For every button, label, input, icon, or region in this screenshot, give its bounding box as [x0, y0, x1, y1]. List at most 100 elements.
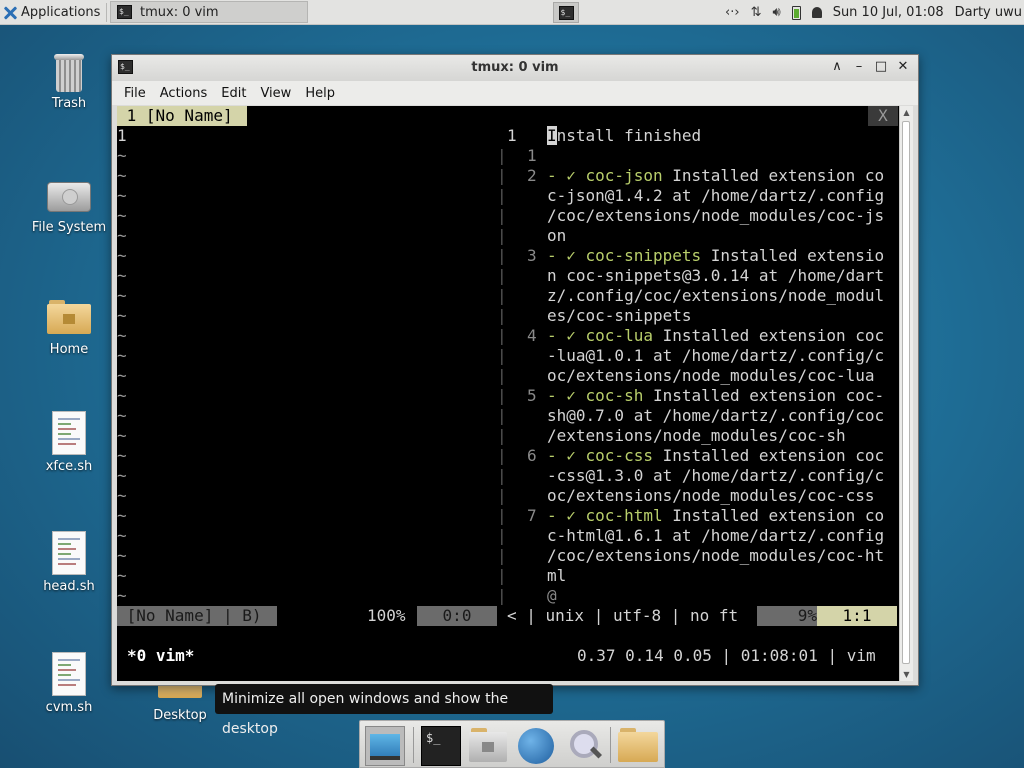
scrollbar-thumb[interactable] — [902, 121, 910, 664]
output-text: oc/extensions/node_modules/coc-css — [547, 486, 875, 505]
empty-line-tilde: ~ — [117, 466, 127, 485]
empty-line-tilde: ~ — [117, 506, 127, 525]
clock[interactable]: Sun 10 Jul, 01:08 — [833, 5, 944, 20]
output-text: sh@0.7.0 at /home/dartz/.config/coc — [547, 406, 885, 425]
statusline-scroll-percent: 9% — [757, 606, 817, 626]
left-pane-line-number: 1 — [117, 126, 127, 145]
split-separator-char: | — [497, 146, 507, 165]
maximize-button[interactable]: □ — [872, 59, 890, 74]
minimize-button[interactable]: – — [850, 59, 868, 74]
split-separator-char: | — [497, 226, 507, 245]
line-number: 5 — [527, 386, 537, 405]
desktop-icon-trash[interactable]: Trash — [24, 54, 114, 111]
output-text: Installed extension co — [662, 166, 885, 185]
show-desktop-icon[interactable] — [365, 726, 405, 766]
home-folder-icon[interactable] — [468, 726, 508, 766]
files-folder-icon[interactable] — [618, 726, 658, 766]
terminal-content[interactable]: 1 [No Name] X 1 ~ ~ ~ ~ ~ ~ ~ ~ ~ ~ ~ ~ ~ ~ ~ ~ ~ ~ ~ ~ ~ ~ ~ … — [117, 106, 900, 681]
split-separator-char: | — [497, 406, 507, 425]
desktop-icon-xfce-sh[interactable]: xfce.sh — [24, 411, 114, 474]
statusline-position-left: 0:0 — [417, 606, 497, 626]
extension-name: coc-html — [585, 506, 663, 525]
check-mark: - ✓ — [547, 386, 586, 405]
statusline-position-right: 1:1 — [817, 606, 897, 626]
menu-actions[interactable]: Actions — [153, 86, 215, 101]
output-line: /coc/extensions/node_modules/coc-ht — [547, 546, 884, 566]
output-line: -lua@1.0.1 at /home/dartz/.config/c — [547, 346, 884, 366]
line-number: 2 — [527, 166, 537, 185]
output-line: - ✓ coc-html Installed extension co — [547, 506, 884, 526]
extension-name: coc-sh — [585, 386, 644, 405]
output-text: Installed extension coc- — [643, 386, 885, 405]
script-file-icon — [52, 652, 86, 696]
system-tray: ‹·› ⇅ 🔊︎ Sun 10 Jul, 01:08 Darty uwu — [725, 0, 1024, 25]
updates-icon[interactable]: ⇅ — [751, 5, 762, 20]
terminal-launcher-button[interactable]: $_ — [553, 2, 579, 23]
notification-bell-icon[interactable] — [811, 7, 822, 18]
line-number: 6 — [527, 446, 537, 465]
applications-menu[interactable]: Applications — [2, 3, 100, 22]
show-desktop-tooltip: Minimize all open windows and show the d… — [215, 684, 553, 737]
desktop-icon-head-sh[interactable]: head.sh — [24, 531, 114, 594]
desktop-icon-cvm-sh[interactable]: cvm.sh — [24, 652, 114, 715]
volume-icon[interactable]: 🔊︎ — [772, 5, 780, 20]
empty-line-tilde: ~ — [117, 526, 127, 545]
vim-tab-close-button[interactable]: X — [868, 106, 898, 126]
battery-icon[interactable] — [791, 5, 801, 20]
split-separator-char: | — [497, 206, 507, 225]
output-text: c-html@1.6.1 at /home/dartz/.config — [547, 526, 885, 545]
output-text: /extensions/node_modules/coc-sh — [547, 426, 846, 445]
output-text: Installed extension coc — [652, 326, 885, 345]
line-number: 4 — [527, 326, 537, 345]
desktop-icon-home[interactable]: Home — [24, 296, 114, 357]
vim-tab-label[interactable]: 1 [No Name] — [117, 106, 247, 126]
script-file-icon — [52, 411, 86, 455]
scroll-up-arrow-icon[interactable]: ▲ — [900, 106, 913, 119]
xfce-logo-icon — [2, 5, 18, 21]
terminal-icon[interactable]: $_ — [421, 726, 461, 766]
output-line: oc/extensions/node_modules/coc-lua — [547, 366, 875, 386]
desktop-icon-file-system[interactable]: File System — [24, 176, 114, 235]
empty-line-tilde: ~ — [117, 166, 127, 185]
output-line: on — [547, 226, 566, 246]
line-number: 3 — [527, 246, 537, 265]
tmux-window-name[interactable]: *0 vim* — [127, 646, 194, 666]
window-titlebar[interactable]: $_ tmux: 0 vim ∧ – □ ✕ — [112, 55, 918, 81]
output-text: ml — [547, 566, 567, 585]
line-number: 1 — [527, 146, 537, 165]
window-shade-button[interactable]: ∧ — [828, 59, 846, 74]
split-separator-char: | — [497, 166, 507, 185]
terminal-scrollbar[interactable]: ▲ ▼ — [899, 106, 913, 681]
output-line: - ✓ coc-css Installed extension coc — [547, 446, 884, 466]
empty-line-tilde: ~ — [117, 366, 127, 385]
drive-icon — [47, 182, 91, 212]
scroll-down-arrow-icon[interactable]: ▼ — [900, 668, 913, 681]
output-text: -css@1.3.0 at /home/dartz/.config/c — [547, 466, 885, 485]
output-line: es/coc-snippets — [547, 306, 692, 326]
menu-file[interactable]: File — [117, 86, 153, 101]
search-icon[interactable] — [564, 726, 604, 766]
menu-help[interactable]: Help — [298, 86, 342, 101]
user-menu[interactable]: Darty uwu — [955, 5, 1022, 20]
output-text: c-json@1.4.2 at /home/dartz/.config — [547, 186, 885, 205]
output-text: oc/extensions/node_modules/coc-lua — [547, 366, 875, 385]
statusline-buffer: [No Name] | B) — [117, 606, 277, 626]
desktop-icon-label: Desktop — [153, 708, 207, 723]
desktop-icon-label: cvm.sh — [45, 700, 93, 715]
home-folder-icon — [47, 300, 91, 334]
extension-name: coc-css — [585, 446, 653, 465]
split-separator-char: | — [497, 526, 507, 545]
taskbar-window-button[interactable]: $_ tmux: 0 vim — [110, 1, 308, 23]
web-browser-icon[interactable] — [516, 726, 556, 766]
output-line: - ✓ coc-sh Installed extension coc- — [547, 386, 884, 406]
menu-view[interactable]: View — [253, 86, 298, 101]
terminal-window: $_ tmux: 0 vim ∧ – □ ✕ File Actions Edit… — [111, 54, 919, 686]
check-mark: - ✓ — [547, 246, 586, 265]
extension-name: coc-snippets — [585, 246, 702, 265]
check-mark: - ✓ — [547, 166, 586, 185]
menu-edit[interactable]: Edit — [214, 86, 253, 101]
split-separator-char: | — [497, 466, 507, 485]
network-icon[interactable]: ‹·› — [725, 5, 740, 20]
output-line: z/.config/coc/extensions/node_modul — [547, 286, 884, 306]
close-button[interactable]: ✕ — [894, 59, 912, 74]
